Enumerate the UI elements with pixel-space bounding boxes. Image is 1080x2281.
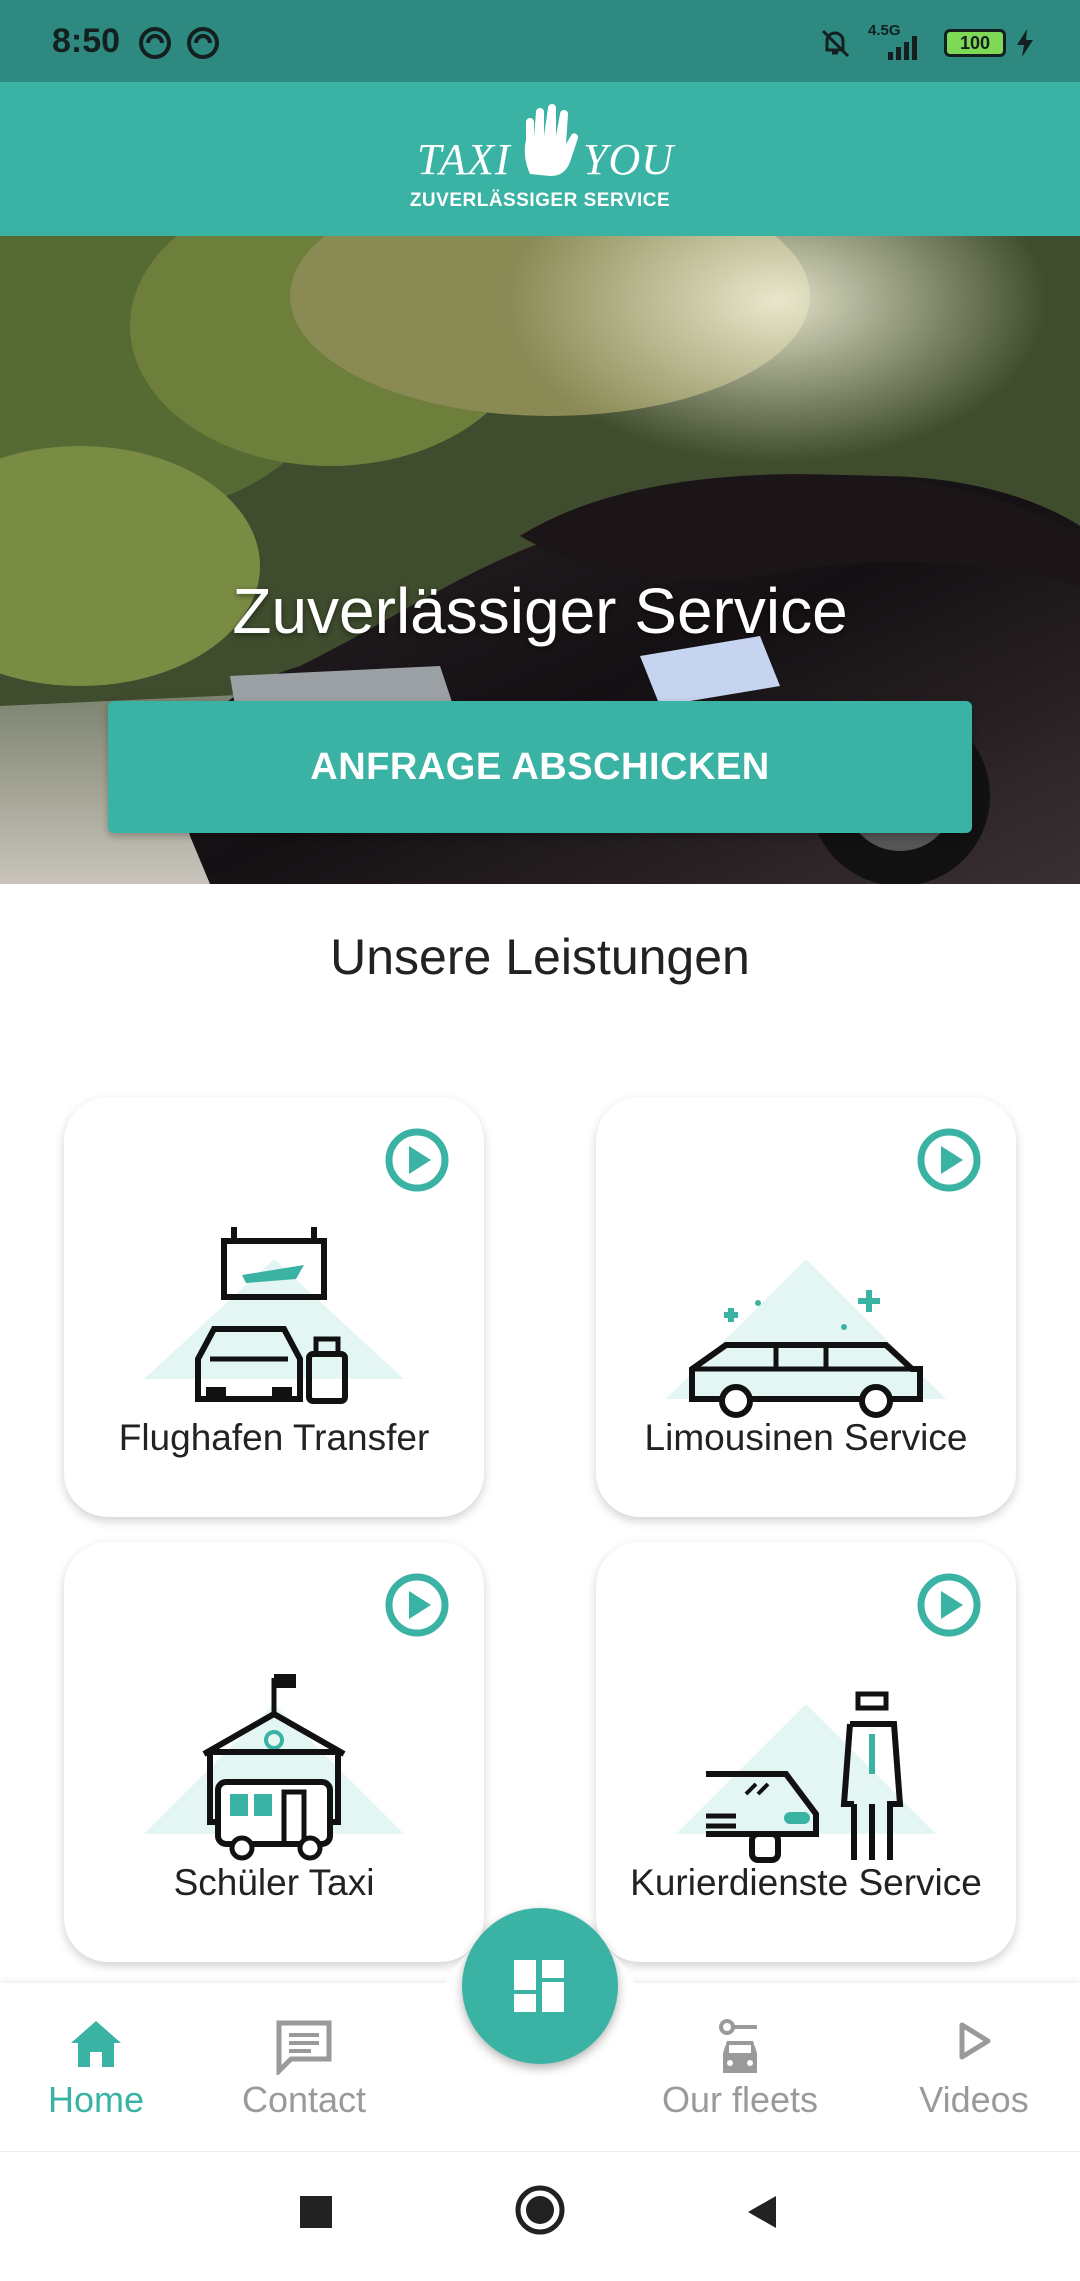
status-time: 8:50: [52, 22, 121, 60]
hand-icon: [524, 104, 578, 176]
app-header: TAXI YOU ZUVERLÄSSIGER SERVICE: [0, 82, 1080, 236]
dashboard-icon: [514, 1960, 564, 2012]
mute-icon: [821, 29, 850, 58]
battery-icon: 100: [944, 29, 1006, 57]
service-label: Limousinen Service: [644, 1417, 968, 1458]
status-bar: 8:50 4.5G 100: [0, 0, 1080, 82]
logo-text-left: TAXI: [417, 135, 511, 184]
service-card-school-taxi[interactable]: Schüler Taxi: [64, 1542, 484, 1962]
service-card-airport-transfer[interactable]: Flughafen Transfer: [64, 1097, 484, 1517]
nav-contact-label: Contact: [241, 2079, 367, 2120]
nav-videos-label: Videos: [919, 2079, 1029, 2120]
chat-icon: [276, 2020, 332, 2075]
recents-icon[interactable]: [296, 2192, 336, 2232]
nav-videos[interactable]: Videos: [896, 1983, 1052, 2151]
service-card-limousine[interactable]: Limousinen Service: [596, 1097, 1016, 1517]
hero-title: Zuverlässiger Service: [232, 575, 848, 647]
taxi-you-logo: TAXI YOU ZUVERLÄSSIGER SERVICE: [0, 82, 1080, 236]
logo-text-right: YOU: [583, 135, 675, 184]
nav-fleets-label: Our fleets: [661, 2079, 819, 2120]
service-label: Kurierdienste Service: [630, 1862, 982, 1903]
service-label: Flughafen Transfer: [118, 1417, 430, 1458]
service-card-courier[interactable]: Kurierdienste Service: [596, 1542, 1016, 1962]
school-bus-icon: [144, 1674, 404, 1861]
signal-icon: [888, 36, 917, 60]
play-video-icon[interactable]: [384, 1127, 450, 1193]
services-heading: Unsere Leistungen: [330, 929, 750, 985]
dashboard-fab-button[interactable]: [462, 1908, 618, 2064]
hero-banner: Zuverlässiger Service ANFRAGE ABSCHICKEN: [0, 236, 1080, 884]
logo-tagline: ZUVERLÄSSIGER SERVICE: [409, 190, 671, 211]
play-video-icon[interactable]: [916, 1127, 982, 1193]
play-video-icon[interactable]: [916, 1572, 982, 1638]
send-request-button[interactable]: ANFRAGE ABSCHICKEN: [108, 701, 972, 833]
vpn-icon: [139, 27, 171, 59]
home-circle-icon[interactable]: [514, 2184, 566, 2236]
nav-fleets[interactable]: Our fleets: [640, 1983, 840, 2151]
play-outline-icon: [959, 2022, 991, 2060]
nav-home-label: Home: [47, 2079, 145, 2120]
system-navigation-bar: [0, 2151, 1080, 2281]
car-key-icon: [719, 2019, 757, 2073]
battery-level: 100: [959, 33, 991, 53]
limousine-icon: [666, 1259, 946, 1418]
airport-transfer-icon: [144, 1227, 404, 1404]
home-icon: [71, 2021, 121, 2067]
back-icon[interactable]: [742, 2192, 782, 2232]
sync-icon: [187, 27, 219, 59]
play-video-icon[interactable]: [384, 1572, 450, 1638]
courier-icon: [676, 1691, 936, 1863]
nav-contact[interactable]: Contact: [222, 1983, 386, 2151]
nav-home[interactable]: Home: [26, 1983, 166, 2151]
service-label: Schüler Taxi: [173, 1862, 375, 1903]
charging-icon: [1017, 29, 1033, 57]
